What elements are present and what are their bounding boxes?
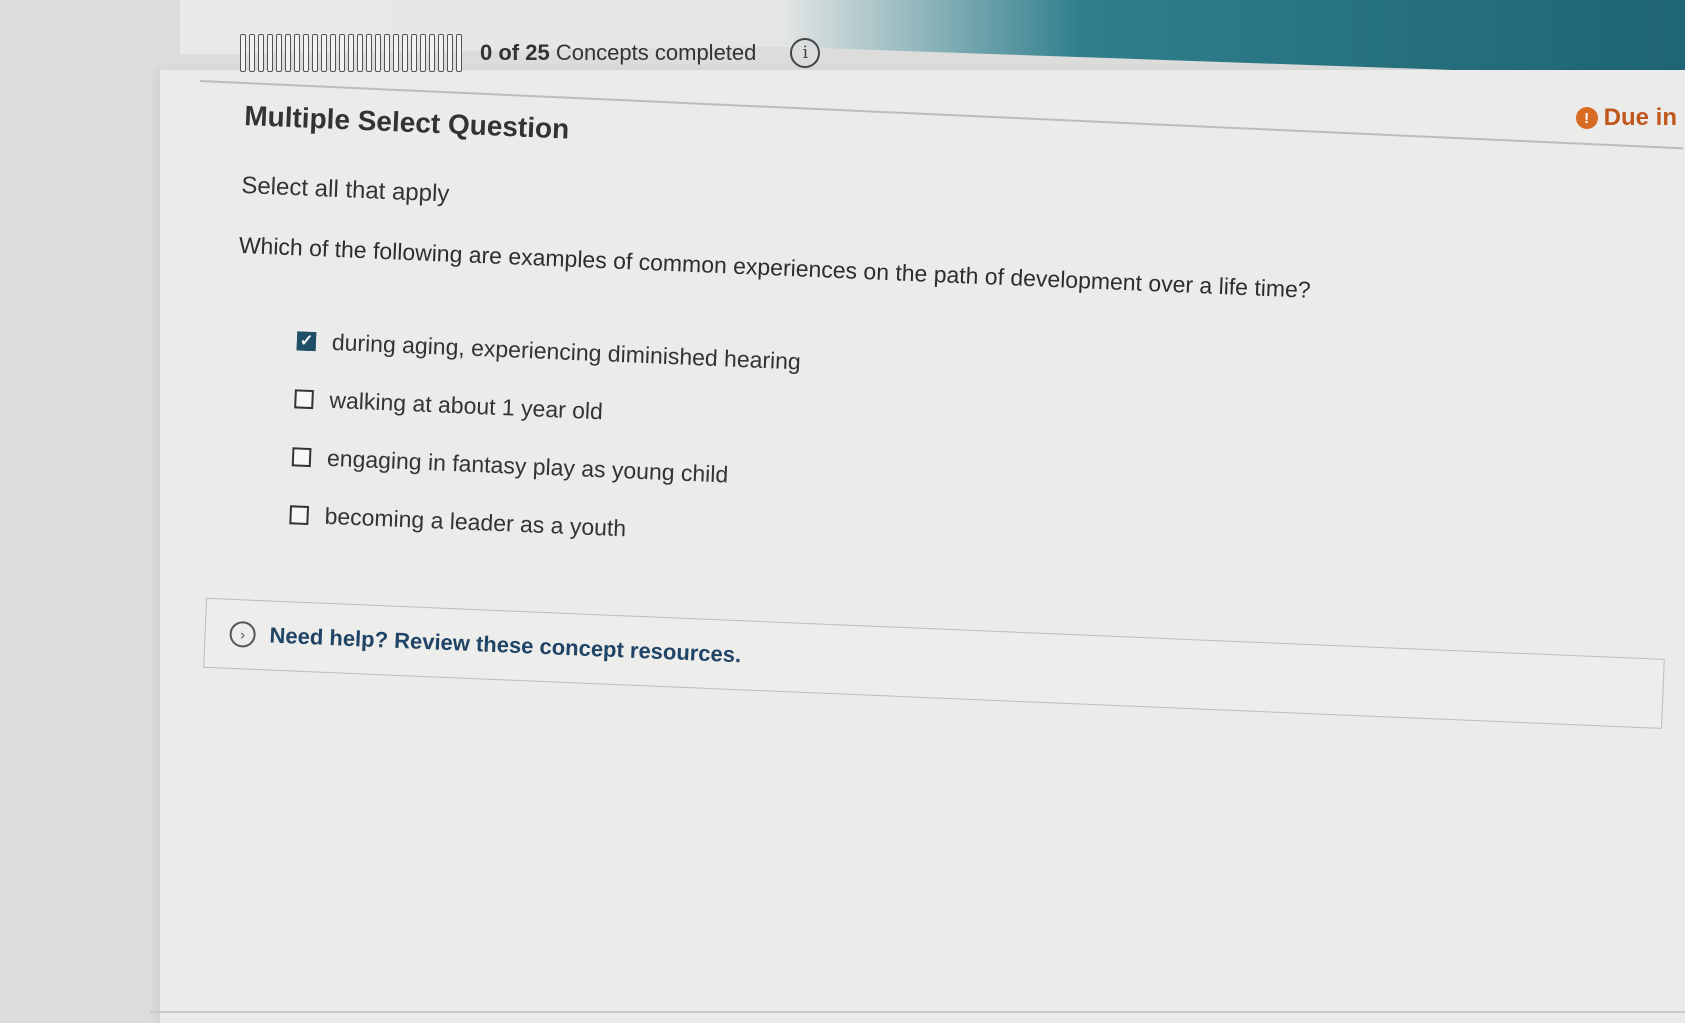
progress-segment [267, 34, 273, 72]
progress-segment [456, 34, 462, 72]
progress-segment [330, 34, 336, 72]
progress-segment [276, 34, 282, 72]
progress-segment [411, 34, 417, 72]
checkbox[interactable] [291, 446, 312, 467]
progress-segment [303, 34, 309, 72]
checkbox[interactable]: ✓ [296, 330, 317, 351]
progress-segment [249, 34, 255, 72]
info-icon[interactable]: i [790, 38, 821, 68]
progress-segment [375, 34, 381, 72]
chevron-right-icon: › [229, 620, 257, 648]
progress-segment [294, 34, 300, 72]
due-label: Due in [1603, 104, 1677, 131]
progress-segment [393, 34, 399, 72]
progress-segment [402, 34, 408, 72]
option-label: becoming a leader as a youth [324, 502, 627, 541]
progress-segment [384, 34, 390, 72]
progress-segment [438, 34, 444, 72]
alert-icon: ! [1575, 107, 1598, 129]
progress-text: 0 of 25 Concepts completed [480, 40, 756, 66]
progress-label: Concepts completed [555, 40, 757, 65]
progress-count: 0 of 25 [480, 40, 550, 65]
option-label: walking at about 1 year old [328, 386, 604, 424]
progress-segment [339, 34, 345, 72]
help-link[interactable]: Need help? Review these concept resource… [269, 623, 742, 669]
progress-segment [447, 34, 453, 72]
progress-segment [240, 34, 246, 72]
progress-bar [240, 33, 462, 73]
option-label: during aging, experiencing diminished he… [331, 328, 802, 374]
progress-segment [312, 34, 318, 72]
progress-segment [429, 34, 435, 72]
progress-segment [357, 34, 363, 72]
check-icon: ✓ [299, 332, 314, 351]
progress-segment [348, 34, 354, 72]
checkbox[interactable] [294, 388, 314, 409]
progress-segment [258, 34, 264, 72]
bottom-divider [150, 1011, 1685, 1013]
progress-segment [420, 34, 426, 72]
answer-options: ✓ during aging, experiencing diminished … [288, 311, 1535, 595]
question-content: Multiple Select Question Select all that… [203, 100, 1665, 729]
progress-segment [366, 34, 372, 72]
checkbox[interactable] [289, 504, 310, 525]
progress-row: 0 of 25 Concepts completed i [240, 28, 821, 78]
option-label: engaging in fantasy play as young child [326, 444, 729, 488]
progress-segment [285, 34, 291, 72]
progress-segment [321, 34, 327, 72]
due-indicator[interactable]: ! Due in [1575, 104, 1677, 132]
